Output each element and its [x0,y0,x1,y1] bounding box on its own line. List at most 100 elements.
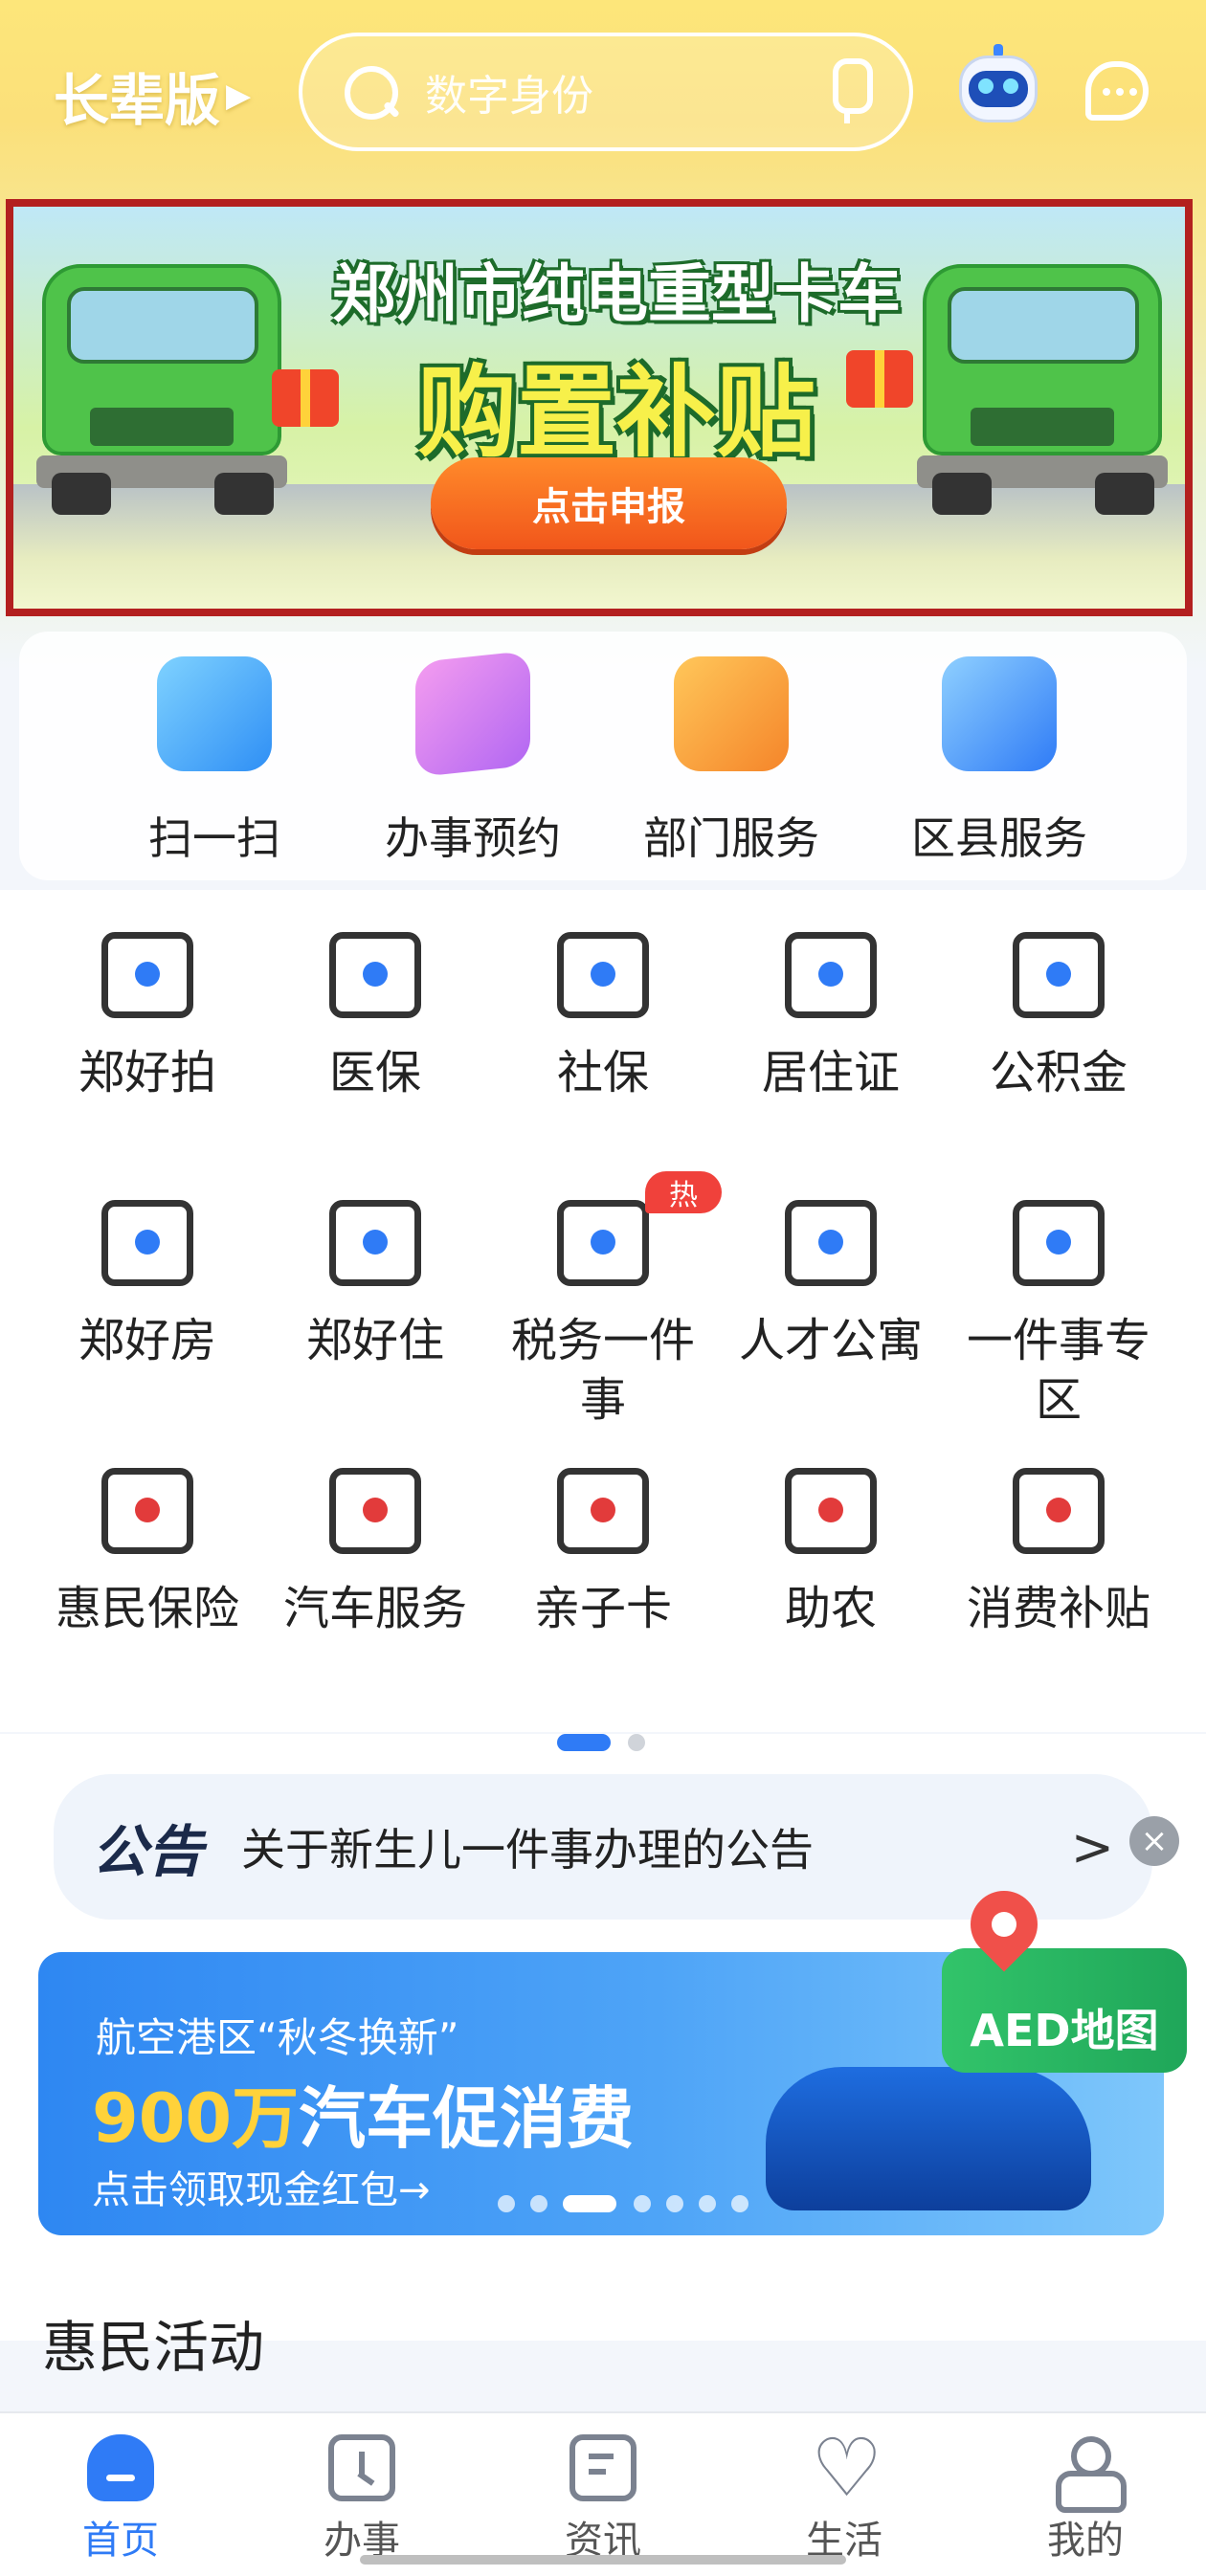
service-talent-apartment[interactable]: 人才公寓 [718,1200,944,1370]
service-label: 郑好房 [78,1314,216,1367]
service-consumption-subsidy[interactable]: 消费补贴 [946,1468,1172,1638]
quick-service-label: 扫一扫 [148,812,280,864]
tab-services[interactable]: 办事 [241,2434,482,2565]
quick-service-scan[interactable]: 扫一扫 [100,656,329,867]
service-tax-one-thing[interactable]: 热 税务一件事 [490,1171,722,1430]
service-farm-aid[interactable]: 助农 [718,1468,944,1638]
search-bar[interactable]: 数字身份 [299,33,913,151]
service-residence-permit[interactable]: 居住证 [718,932,944,1102]
service-social-security[interactable]: 社保 [490,932,716,1102]
tab-life[interactable]: 生活 [724,2421,965,2565]
aed-map-button[interactable]: AED地图 [942,1876,1187,2073]
pager-dot-active [557,1734,611,1751]
promo-line2-rest: 汽车促消费 [299,2079,635,2158]
quick-service-label: 部门服务 [643,812,819,864]
service-label: 公积金 [989,1046,1128,1099]
promo-pager-dot [731,2195,748,2212]
tab-mine[interactable]: 我的 [965,2434,1206,2565]
scan-icon [157,656,272,771]
search-placeholder[interactable]: 数字身份 [425,61,823,122]
service-label: 人才公寓 [738,1314,923,1367]
department-star-icon [674,656,789,771]
promo-line3: 点击领取现金红包→ [92,2168,431,2212]
promo-pager-dot [498,2195,515,2212]
home-icon [87,2434,154,2501]
insurance-hands-icon [101,1468,193,1554]
hot-badge: 热 [645,1171,722,1213]
elder-mode-switch[interactable]: 长辈版 ▶ [54,56,251,136]
message-dot [1103,88,1110,96]
promo-pager-dot [634,2195,651,2212]
robot-assistant-icon[interactable] [955,44,1041,140]
subsidy-bag-icon [1013,1468,1105,1554]
green-truck-image [23,245,301,515]
quick-service-appointment[interactable]: 办事预约 [358,650,588,867]
close-icon[interactable]: × [1129,1816,1179,1866]
service-zhenghaofang[interactable]: 郑好房 [34,1200,260,1370]
promo-line1: 航空港区“秋冬换新” [96,2014,459,2061]
promo-pager-dot [666,2195,683,2212]
service-label: 郑好住 [305,1314,444,1367]
grid-pager [0,1734,1206,1757]
service-grid: 郑好拍 医保 社保 居住证 公积金 郑好房 郑好住 热 税务一件事 人才公寓 一… [0,890,1206,1732]
pager-dot[interactable] [628,1734,645,1751]
apartment-icon [785,1200,877,1286]
quick-service-department[interactable]: 部门服务 [616,656,846,867]
house-badge-icon [329,1200,421,1286]
service-medical-insurance[interactable]: 医保 [262,932,488,1102]
service-housing-fund[interactable]: 公积金 [946,932,1172,1102]
service-benefit-insurance[interactable]: 惠民保险 [34,1468,260,1638]
service-label: 社保 [556,1046,649,1099]
banner-subtitle: 购置补贴 [416,354,815,471]
social-security-card-icon [557,932,649,1018]
top-header: 长辈版 ▶ 数字身份 [0,0,1206,191]
service-label: 医保 [328,1046,421,1099]
notice-tag: 公告 [92,1819,204,1884]
subsidy-banner[interactable]: 郑州市纯电重型卡车 购置补贴 点击申报 [6,199,1193,616]
search-icon [341,62,400,122]
service-one-thing-zone[interactable]: 一件事专区 [946,1200,1172,1430]
service-label: 一件事专区 [966,1314,1150,1427]
district-building-icon [942,656,1057,771]
service-car[interactable]: 汽车服务 [262,1468,488,1638]
service-zhenghaozhu[interactable]: 郑好住 [262,1200,488,1370]
tax-hand-icon [557,1200,649,1286]
message-dot [1129,88,1137,96]
overlap-squares-icon [1013,1200,1105,1286]
blue-car-image [766,2067,1091,2210]
promo-amount: 900万 [92,2079,300,2158]
news-icon [570,2434,636,2501]
service-label: 郑好拍 [78,1046,216,1099]
bottom-tab-bar: 首页 办事 资讯 生活 我的 [0,2411,1206,2576]
home-indicator[interactable] [360,2555,846,2565]
promo-pager-dot [699,2195,716,2212]
service-zhenghaopai[interactable]: 郑好拍 [34,932,260,1102]
quick-service-district[interactable]: 区县服务 [884,656,1114,867]
medical-kit-icon [329,932,421,1018]
message-dot [1116,88,1124,96]
housing-fund-icon [1013,932,1105,1018]
house-hands-icon [101,1200,193,1286]
elder-mode-label: 长辈版 [54,68,221,133]
car-service-icon [329,1468,421,1554]
tab-label: 首页 [82,2519,159,2563]
chevron-right-icon: > [1070,1816,1114,1877]
promo-pager-dot-active [563,2195,616,2212]
farm-basket-icon [785,1468,877,1554]
clock-icon [328,2434,395,2501]
quick-service-label: 区县服务 [911,812,1087,864]
service-label: 居住证 [761,1046,900,1099]
service-label: 亲子卡 [533,1582,672,1635]
camera-icon [101,932,193,1018]
service-parent-child-card[interactable]: 亲子卡 [490,1468,716,1638]
robot-visor [969,71,1028,107]
tab-home[interactable]: 首页 [0,2434,241,2565]
heart-icon [811,2421,878,2515]
banner-apply-button[interactable]: 点击申报 [431,457,787,549]
aed-map-label: AED地图 [970,2005,1159,2056]
robot-eye-left [978,78,994,94]
tab-news[interactable]: 资讯 [482,2434,724,2565]
microphone-icon[interactable] [823,58,873,125]
message-icon[interactable] [1085,61,1149,121]
section-title-benefits: 惠民活动 [42,2315,265,2380]
